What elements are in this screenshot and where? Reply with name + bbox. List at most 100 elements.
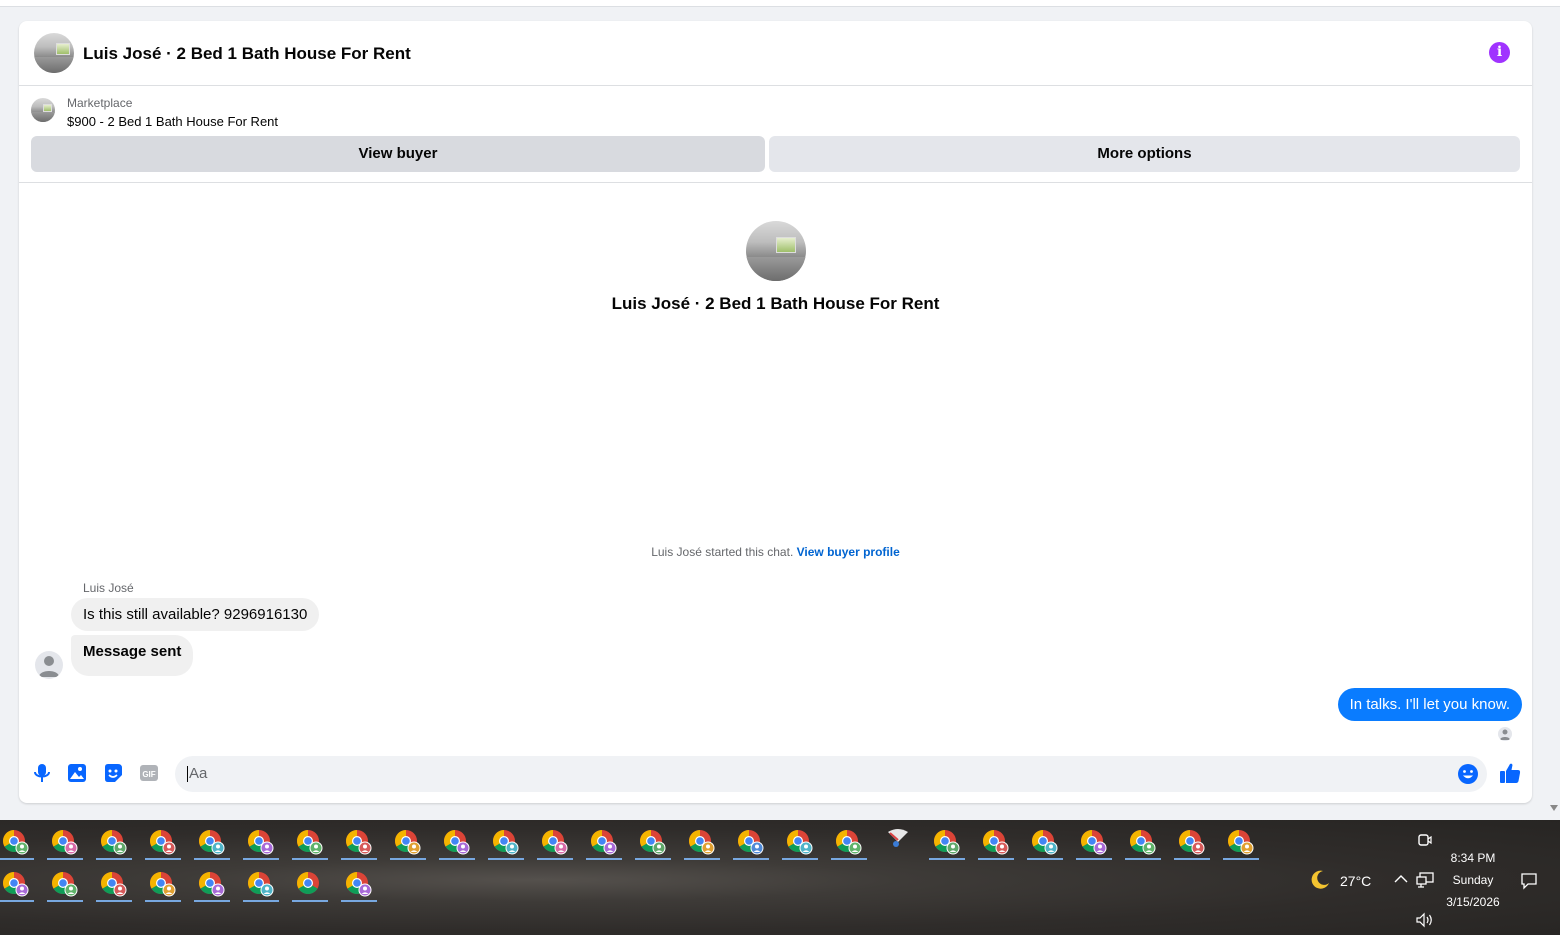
chrome-icon	[1081, 830, 1107, 855]
emoji-icon[interactable]	[1457, 763, 1479, 785]
chrome-profile-icon[interactable]	[927, 824, 967, 860]
chrome-profile-icon[interactable]	[45, 866, 85, 902]
taskbar-active-indicator	[0, 900, 34, 902]
taskbar-active-indicator	[243, 858, 279, 860]
chrome-profile-icon[interactable]	[486, 824, 526, 860]
microphone-icon[interactable]	[31, 762, 53, 784]
conversation-title[interactable]: Luis José · 2 Bed 1 Bath House For Rent	[83, 44, 411, 64]
sender-name: Luis José	[83, 581, 134, 595]
notifications-icon[interactable]	[1520, 872, 1538, 890]
chrome-profile-icon[interactable]	[1025, 824, 1065, 860]
view-buyer-button[interactable]: View buyer	[31, 136, 765, 172]
person-icon	[39, 656, 59, 677]
thumbs-up-icon[interactable]	[1498, 761, 1522, 785]
taskbar-active-indicator	[488, 858, 524, 860]
photo-icon[interactable]	[66, 762, 88, 784]
more-options-button[interactable]: More options	[769, 136, 1520, 172]
taskbar-active-indicator	[341, 858, 377, 860]
chrome-icon	[297, 872, 319, 894]
browser-top-edge	[0, 0, 1560, 7]
taskbar-active-indicator	[1223, 858, 1259, 860]
chevron-up-icon[interactable]	[1394, 874, 1408, 884]
chrome-profile-icon[interactable]	[290, 866, 330, 902]
chrome-profile-icon[interactable]	[1221, 824, 1261, 860]
volume-icon[interactable]	[1415, 912, 1435, 928]
chrome-icon	[346, 872, 372, 897]
taskbar-active-indicator	[684, 858, 720, 860]
chrome-profile-icon[interactable]	[633, 824, 673, 860]
chrome-icon	[52, 830, 78, 855]
message-input[interactable]: Aa	[175, 756, 1487, 792]
moon-icon[interactable]	[1308, 868, 1332, 892]
taskbar-active-indicator	[635, 858, 671, 860]
message-bubble-outgoing[interactable]: In talks. I'll let you know.	[1337, 688, 1522, 721]
chrome-icon	[1228, 830, 1254, 855]
chrome-profile-icon[interactable]	[192, 866, 232, 902]
chrome-profile-icon[interactable]	[0, 824, 36, 860]
chrome-profile-icon[interactable]	[1074, 824, 1114, 860]
message-input-placeholder: Aa	[187, 765, 208, 782]
chrome-icon	[3, 830, 29, 855]
chrome-profile-icon[interactable]	[829, 824, 869, 860]
chrome-profile-icon[interactable]	[682, 824, 722, 860]
chrome-profile-icon[interactable]	[731, 824, 771, 860]
taskbar-active-indicator	[292, 858, 328, 860]
chrome-profile-icon[interactable]	[339, 824, 379, 860]
taskbar-active-indicator	[1125, 858, 1161, 860]
app-icon	[888, 829, 908, 847]
taskbar-active-indicator	[1076, 858, 1112, 860]
chrome-profile-icon[interactable]	[94, 824, 134, 860]
listing-name[interactable]: $900 - 2 Bed 1 Bath House For Rent	[67, 114, 278, 129]
chrome-profile-icon[interactable]	[241, 866, 281, 902]
chrome-icon	[934, 830, 960, 855]
chrome-icon	[493, 830, 519, 855]
chrome-profile-icon[interactable]	[780, 824, 820, 860]
clock-time[interactable]: 8:34 PM	[1438, 851, 1508, 865]
chrome-profile-icon[interactable]	[290, 824, 330, 860]
chrome-profile-icon[interactable]	[976, 824, 1016, 860]
view-buyer-profile-link[interactable]: View buyer profile	[797, 545, 900, 559]
listing-avatar[interactable]	[34, 33, 74, 73]
taskbar-active-indicator	[0, 858, 34, 860]
meet-now-icon[interactable]	[1418, 832, 1432, 848]
chrome-profile-icon[interactable]	[0, 866, 36, 902]
listing-thumbnail[interactable]	[31, 98, 55, 122]
clock-date[interactable]: 3/15/2026	[1438, 895, 1508, 909]
message-bubble-incoming[interactable]: Is this still available? 9296916130	[71, 598, 320, 631]
gif-label: GIF	[142, 770, 155, 779]
chrome-icon	[640, 830, 666, 855]
taskbar-active-indicator	[1027, 858, 1063, 860]
person-icon	[1500, 729, 1510, 740]
taskbar-active-indicator	[341, 900, 377, 902]
chrome-profile-icon[interactable]	[535, 824, 575, 860]
chrome-profile-icon[interactable]	[241, 824, 281, 860]
message-bubble-incoming[interactable]: Message sent	[71, 635, 194, 676]
chrome-profile-icon[interactable]	[1123, 824, 1163, 860]
chrome-profile-icon[interactable]	[437, 824, 477, 860]
chrome-icon	[1179, 830, 1205, 855]
scrollbar-down-arrow[interactable]	[1550, 805, 1558, 811]
chrome-profile-icon[interactable]	[192, 824, 232, 860]
chrome-profile-icon[interactable]	[339, 866, 379, 902]
taskbar-active-indicator	[390, 858, 426, 860]
taskbar-app-icon[interactable]	[878, 824, 918, 860]
info-icon[interactable]: i	[1489, 42, 1510, 63]
chrome-profile-icon[interactable]	[1172, 824, 1212, 860]
chrome-profile-icon[interactable]	[388, 824, 428, 860]
chrome-profile-icon[interactable]	[143, 824, 183, 860]
chrome-profile-icon[interactable]	[143, 866, 183, 902]
gif-icon[interactable]: GIF	[138, 762, 160, 784]
chrome-icon	[248, 830, 274, 855]
chrome-profile-icon[interactable]	[584, 824, 624, 860]
sender-avatar[interactable]	[35, 651, 63, 679]
chat-intro-avatar	[745, 221, 806, 281]
sticker-icon[interactable]	[102, 762, 124, 784]
clock-day[interactable]: Sunday	[1438, 873, 1508, 887]
network-icon[interactable]	[1416, 872, 1434, 888]
weather-temperature[interactable]: 27°C	[1340, 873, 1371, 889]
chrome-profile-icon[interactable]	[45, 824, 85, 860]
chat-panel: Luis José · 2 Bed 1 Bath House For Rent …	[19, 21, 1532, 803]
chat-intro: Luis José · 2 Bed 1 Bath House For Rent	[19, 221, 1532, 314]
taskbar-active-indicator	[145, 900, 181, 902]
chrome-profile-icon[interactable]	[94, 866, 134, 902]
